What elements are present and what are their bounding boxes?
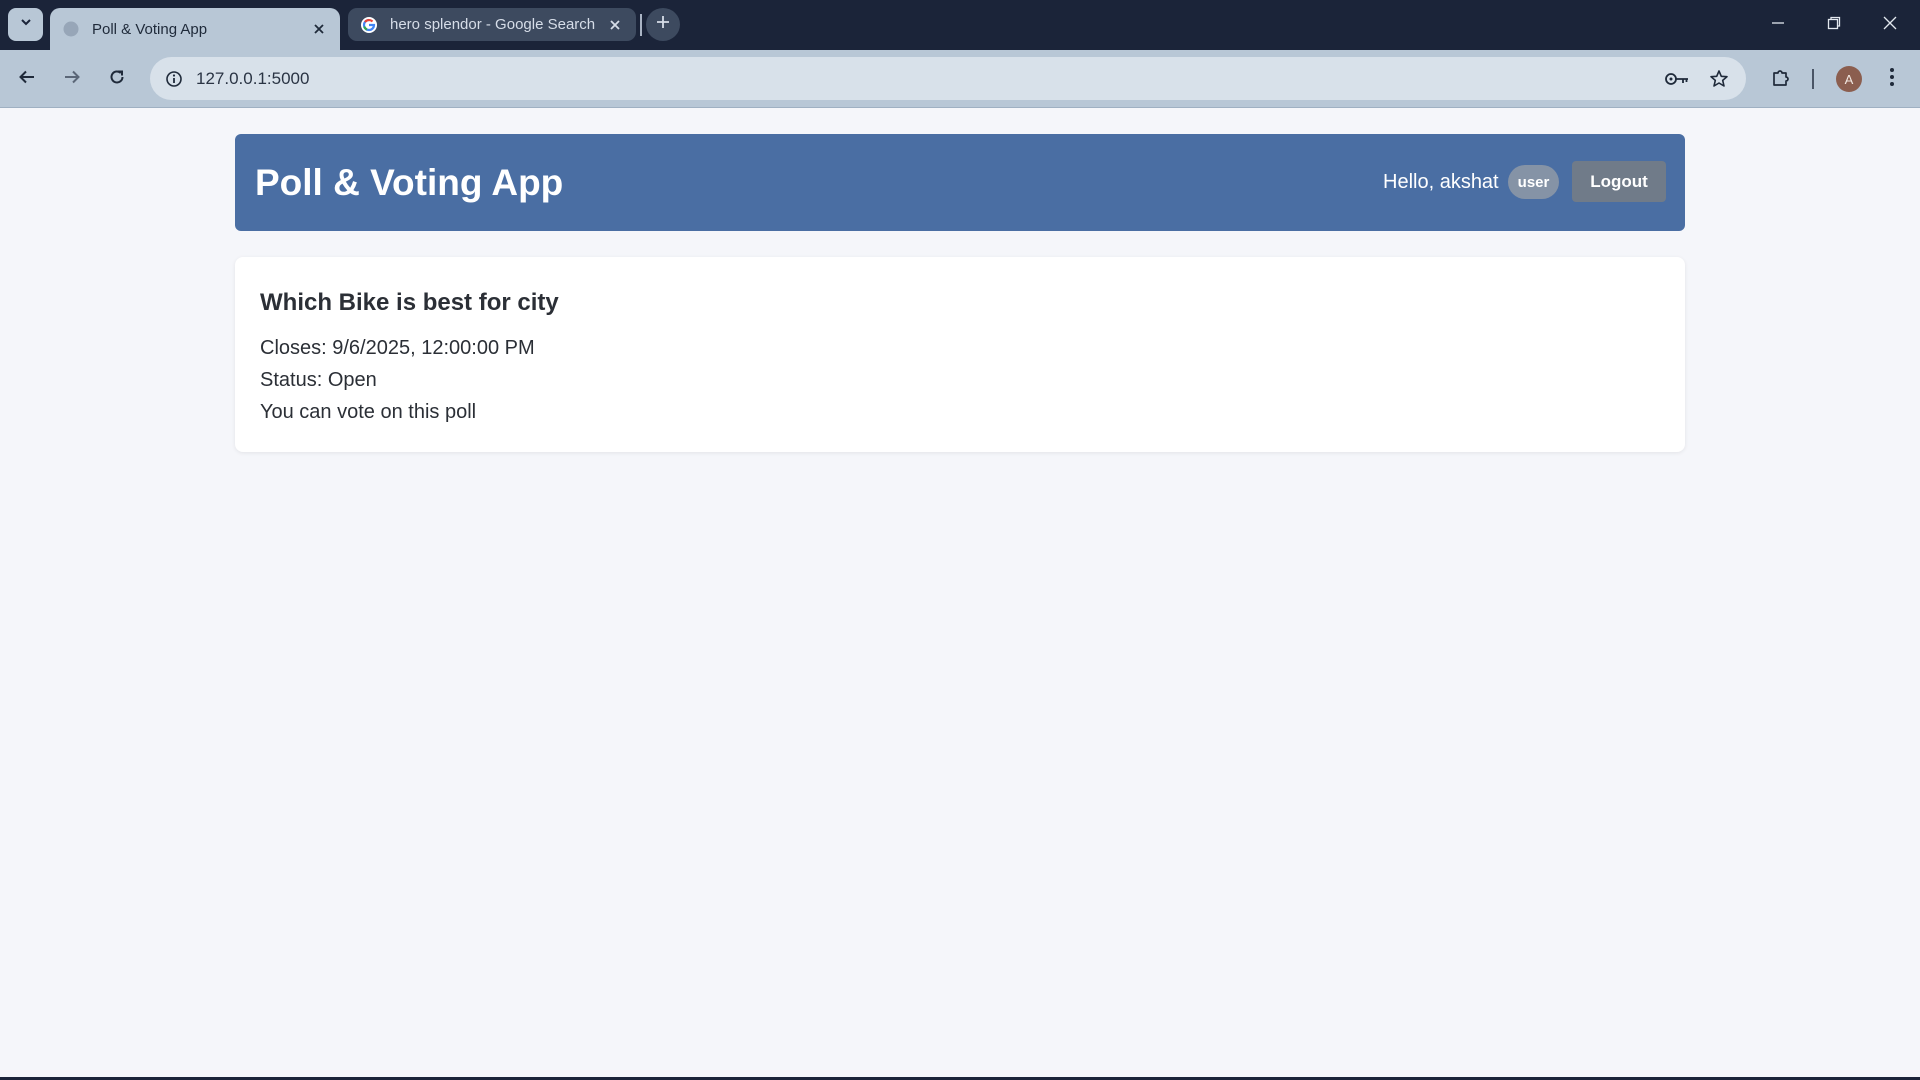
kebab-menu-icon	[1889, 67, 1895, 92]
browser-toolbar: 127.0.0.1:5000	[0, 50, 1920, 108]
bookmark-star-icon[interactable]	[1703, 63, 1735, 95]
puzzle-icon	[1771, 67, 1791, 92]
tab-divider	[640, 14, 642, 36]
poll-card[interactable]: Which Bike is best for city Closes: 9/6/…	[235, 257, 1685, 452]
poll-close-time: Closes: 9/6/2025, 12:00:00 PM	[260, 337, 535, 359]
close-icon	[1883, 16, 1897, 35]
address-bar[interactable]: 127.0.0.1:5000	[150, 57, 1746, 100]
arrow-right-icon	[63, 68, 81, 91]
site-info-icon[interactable]	[158, 63, 190, 95]
role-badge: user	[1508, 165, 1559, 199]
tab-search-button[interactable]	[8, 8, 43, 41]
app-header: Poll & Voting App Hello, akshat user Log…	[235, 134, 1685, 231]
google-icon	[360, 16, 378, 34]
tab-title: Poll & Voting App	[92, 20, 208, 38]
reload-button[interactable]	[99, 61, 135, 97]
browser-menu-button[interactable]	[1874, 61, 1910, 97]
plus-icon	[655, 14, 671, 35]
password-key-icon[interactable]	[1661, 63, 1693, 95]
poll-status: Status: Open	[260, 369, 377, 391]
tab-google-search[interactable]: hero splendor - Google Search	[348, 8, 636, 41]
logout-button[interactable]: Logout	[1572, 161, 1666, 202]
reload-icon	[108, 68, 126, 91]
app-title: Poll & Voting App	[255, 162, 564, 203]
tab-title: hero splendor - Google Search	[390, 16, 596, 33]
tab-strip: Poll & Voting App hero splendor - Google…	[0, 0, 1920, 50]
poll-question[interactable]: Which Bike is best for city	[260, 289, 559, 317]
chevron-down-icon	[19, 15, 33, 34]
minimize-icon	[1771, 16, 1785, 35]
restore-icon	[1827, 16, 1841, 35]
url-text: 127.0.0.1:5000	[196, 69, 310, 88]
user-greeting: Hello, akshat	[1383, 171, 1499, 193]
page-content: Poll & Voting App Hello, akshat user Log…	[0, 109, 1920, 1077]
browser-window: Poll & Voting App hero splendor - Google…	[0, 0, 1920, 1080]
globe-icon	[62, 20, 80, 38]
new-tab-button[interactable]	[646, 8, 680, 41]
close-window-button[interactable]	[1862, 0, 1918, 50]
back-button[interactable]	[9, 61, 45, 97]
profile-avatar[interactable]: A	[1836, 66, 1862, 92]
close-icon[interactable]	[606, 16, 624, 34]
extensions-button[interactable]	[1763, 61, 1799, 97]
tab-poll-app[interactable]: Poll & Voting App	[50, 8, 340, 50]
poll-vote-note: You can vote on this poll	[260, 401, 477, 423]
forward-button[interactable]	[54, 61, 90, 97]
arrow-left-icon	[18, 68, 36, 91]
restore-button[interactable]	[1806, 0, 1862, 50]
close-icon[interactable]	[310, 20, 328, 38]
minimize-button[interactable]	[1750, 0, 1806, 50]
toolbar-divider	[1812, 69, 1814, 89]
